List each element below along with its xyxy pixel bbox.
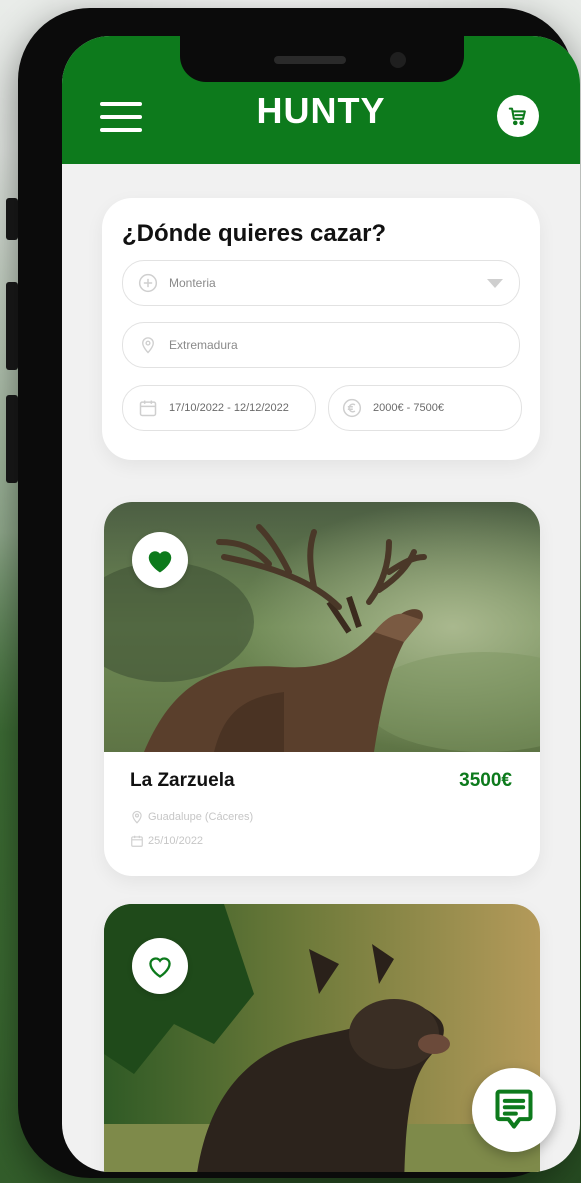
price-range-value: 2000€ - 7500€ — [373, 402, 444, 414]
listing-name: La Zarzuela — [130, 770, 235, 791]
chat-icon — [495, 1089, 533, 1129]
heart-filled-icon — [148, 551, 172, 573]
phone-frame: HUNTY ¿Dónde quieres cazar? Monteria Ext… — [18, 8, 580, 1178]
location-pin-icon — [137, 334, 159, 356]
mute-switch — [6, 198, 18, 240]
euro-icon — [341, 397, 363, 419]
search-card: ¿Dónde quieres cazar? Monteria Extremadu… — [102, 198, 540, 460]
heart-outline-icon — [149, 957, 171, 978]
date-range-value: 17/10/2022 - 12/12/2022 — [169, 402, 289, 414]
notch — [180, 36, 464, 82]
cart-button[interactable] — [497, 95, 539, 137]
listing-price: 3500€ — [459, 770, 512, 791]
hunt-type-value: Monteria — [169, 276, 216, 290]
hunt-type-select[interactable]: Monteria — [122, 260, 520, 306]
calendar-icon — [137, 397, 159, 419]
listing-card[interactable]: La Zarzuela 3500€ Guadalupe (Cáceres) 25… — [104, 502, 540, 876]
front-camera — [390, 52, 406, 68]
location-value: Extremadura — [169, 338, 238, 352]
chat-button[interactable] — [472, 1068, 556, 1152]
location-input[interactable]: Extremadura — [122, 322, 520, 368]
calendar-icon — [130, 834, 144, 848]
listing-date: 25/10/2022 — [130, 834, 203, 848]
cart-icon — [508, 107, 526, 126]
listing-location-text: Guadalupe (Cáceres) — [148, 811, 254, 823]
favorite-button[interactable] — [132, 938, 188, 994]
speaker — [274, 56, 346, 64]
chevron-down-icon[interactable] — [487, 279, 503, 288]
listing-card[interactable] — [104, 904, 540, 1172]
listing-location: Guadalupe (Cáceres) — [130, 810, 253, 824]
plus-circle-icon — [137, 272, 159, 294]
favorite-button[interactable] — [132, 532, 188, 588]
volume-up-button — [6, 282, 18, 370]
date-range-input[interactable]: 17/10/2022 - 12/12/2022 — [122, 385, 316, 431]
app-screen: HUNTY ¿Dónde quieres cazar? Monteria Ext… — [62, 36, 580, 1172]
volume-down-button — [6, 395, 18, 483]
location-pin-icon — [130, 810, 144, 824]
listing-date-text: 25/10/2022 — [148, 835, 204, 847]
price-range-input[interactable]: 2000€ - 7500€ — [328, 385, 522, 431]
search-title: ¿Dónde quieres cazar? — [122, 220, 387, 247]
